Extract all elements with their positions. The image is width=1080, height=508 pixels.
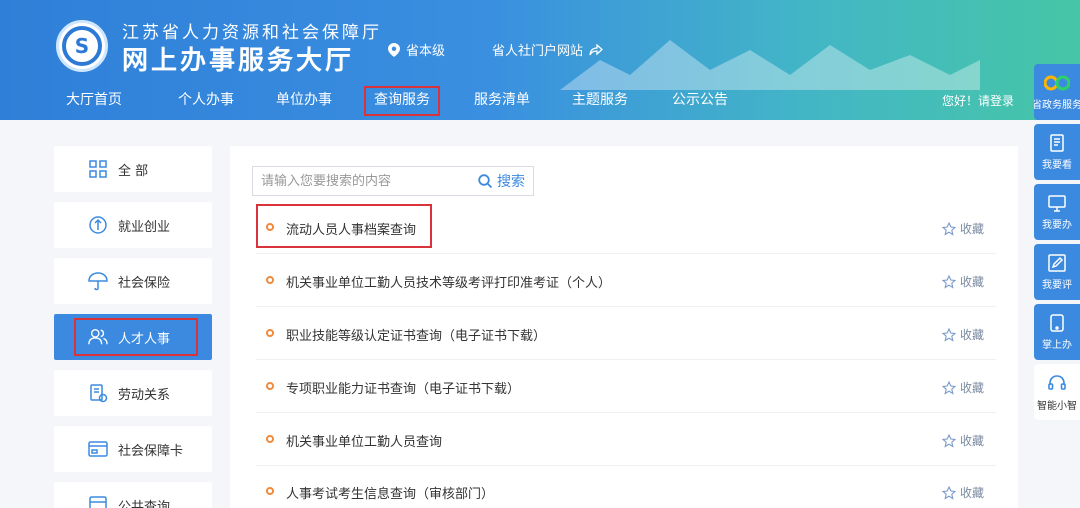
search-button[interactable]: 搜索 [478, 171, 533, 191]
book-icon [1050, 133, 1064, 152]
nav-home[interactable]: 大厅首页 [64, 86, 124, 116]
phone-icon [1050, 313, 1064, 332]
bullet-icon [266, 276, 274, 284]
favorite-button[interactable]: 收藏 [941, 484, 984, 501]
document-icon [88, 383, 108, 403]
bullet-icon [266, 487, 274, 495]
favorite-button[interactable]: 收藏 [941, 326, 984, 343]
location-pin-icon [388, 42, 400, 57]
region-selector[interactable]: 省本级 [388, 40, 445, 59]
right-bar-label: 智能小智 [1037, 400, 1077, 412]
star-icon [941, 433, 956, 448]
star-icon [941, 274, 956, 289]
sidebar-item-label: 就业创业 [118, 219, 171, 235]
favorite-button[interactable]: 收藏 [941, 379, 984, 396]
star-icon [941, 380, 956, 395]
grid-icon [88, 159, 108, 179]
list-item[interactable]: 专项职业能力证书查询（电子证书下载） 收藏 [256, 361, 996, 413]
bullet-icon [266, 435, 274, 443]
favorite-button[interactable]: 收藏 [941, 220, 984, 237]
star-icon [941, 221, 956, 236]
umbrella-icon [88, 271, 108, 291]
edit-icon [1048, 253, 1066, 272]
main-nav: 大厅首页 个人办事 单位办事 查询服务 服务清单 主题服务 公示公告 [0, 86, 1080, 116]
right-bar-label: 省政务服务 [1034, 99, 1080, 111]
nav-query-service[interactable]: 查询服务 [364, 86, 440, 116]
favorite-label: 收藏 [959, 275, 984, 289]
sidebar-item-label: 社会保障卡 [118, 443, 184, 459]
sidebar-item-social-security-card[interactable]: 社会保障卡 [54, 426, 212, 472]
site-logo[interactable]: S [56, 20, 108, 72]
list-item[interactable]: 职业技能等级认定证书查询（电子证书下载） 收藏 [256, 308, 996, 360]
site-title: 网上办事服务大厅 [122, 46, 355, 76]
bullet-icon [266, 382, 274, 390]
employment-icon [88, 215, 108, 235]
right-bar-evaluate[interactable]: 我要评 [1034, 244, 1080, 300]
search-button-label: 搜索 [497, 174, 525, 190]
bullet-icon [266, 329, 274, 337]
right-bar-view[interactable]: 我要看 [1034, 124, 1080, 180]
favorite-label: 收藏 [959, 381, 984, 395]
nav-topic-service[interactable]: 主题服务 [570, 86, 630, 116]
sidebar-item-labor-relations[interactable]: 劳动关系 [54, 370, 212, 416]
right-bar-label: 掌上办 [1042, 339, 1072, 351]
right-bar-label: 我要评 [1042, 279, 1072, 291]
nav-personal[interactable]: 个人办事 [176, 86, 236, 116]
service-link[interactable]: 机关事业单位工勤人员技术等级考评打印准考证（个人） [286, 272, 611, 291]
nav-organization[interactable]: 单位办事 [274, 86, 334, 116]
favorite-label: 收藏 [959, 486, 984, 500]
sidebar-item-label: 全 部 [118, 163, 149, 179]
right-bar-label: 我要看 [1042, 159, 1072, 171]
share-arrow-icon [589, 43, 603, 55]
service-link[interactable]: 职业技能等级认定证书查询（电子证书下载） [286, 325, 546, 344]
star-icon [941, 485, 956, 500]
sidebar-item-label: 社会保险 [118, 275, 171, 291]
card-icon [88, 439, 108, 459]
landscape-decoration [560, 40, 980, 90]
favorite-label: 收藏 [959, 328, 984, 342]
star-icon [941, 327, 956, 342]
region-label: 省本级 [406, 44, 446, 59]
favorite-label: 收藏 [959, 434, 984, 448]
gov-service-logo-icon [1044, 75, 1070, 90]
service-link[interactable]: 机关事业单位工勤人员查询 [286, 431, 442, 450]
highlight-box-sidebar [74, 318, 198, 356]
right-bar-handle[interactable]: 我要办 [1034, 184, 1080, 240]
favorite-button[interactable]: 收藏 [941, 432, 984, 449]
sidebar-item-all[interactable]: 全 部 [54, 146, 212, 192]
sidebar-item-label: 劳动关系 [118, 387, 171, 403]
right-bar-label: 我要办 [1042, 219, 1072, 231]
logo-emblem-icon: S [62, 26, 102, 66]
sidebar-item-public-query[interactable]: 公共查询 [54, 482, 212, 508]
right-bar-assistant[interactable]: 智能小智 [1034, 364, 1080, 420]
search-input[interactable] [253, 167, 478, 195]
service-link[interactable]: 专项职业能力证书查询（电子证书下载） [286, 378, 520, 397]
service-link[interactable]: 人事考试考生信息查询（审核部门） [286, 483, 494, 502]
search-bar: 搜索 [252, 166, 534, 196]
favorite-button[interactable]: 收藏 [941, 273, 984, 290]
list-item[interactable]: 机关事业单位工勤人员查询 收藏 [256, 414, 996, 466]
right-bar-mobile[interactable]: 掌上办 [1034, 304, 1080, 360]
portal-link-label: 省人社门户网站 [492, 44, 584, 59]
search-icon [478, 173, 493, 188]
portal-link[interactable]: 省人社门户网站 [492, 40, 603, 59]
logo-char: S [74, 34, 90, 58]
right-bar-gov-service[interactable]: 省政务服务 [1034, 64, 1080, 120]
nav-service-list[interactable]: 服务清单 [472, 86, 532, 116]
sidebar-item-label: 公共查询 [118, 499, 171, 508]
sidebar-item-social-insurance[interactable]: 社会保险 [54, 258, 212, 304]
headset-icon [1048, 374, 1066, 390]
nav-announcements[interactable]: 公示公告 [670, 86, 730, 116]
login-link[interactable]: 您好！请登录 [942, 92, 1014, 109]
sidebar-item-employment[interactable]: 就业创业 [54, 202, 212, 248]
query-icon [88, 495, 108, 508]
highlight-box-service [256, 204, 432, 248]
monitor-icon [1048, 194, 1066, 212]
list-item[interactable]: 人事考试考生信息查询（审核部门） 收藏 [256, 466, 996, 508]
list-item[interactable]: 机关事业单位工勤人员技术等级考评打印准考证（个人） 收藏 [256, 255, 996, 307]
favorite-label: 收藏 [959, 222, 984, 236]
